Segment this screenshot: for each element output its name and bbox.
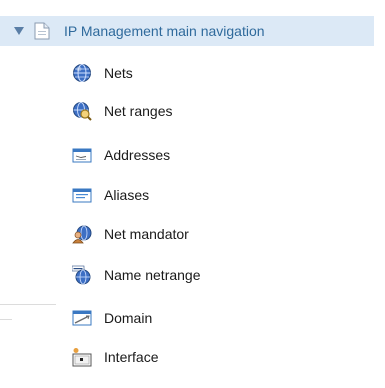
tree-root-label: IP Management main navigation [64, 23, 265, 39]
interface-icon [72, 347, 92, 367]
page-icon [34, 22, 50, 40]
named-globe-icon [72, 265, 92, 285]
tree-item-label: Domain [104, 310, 153, 326]
tree-item-net-mandator[interactable]: Net mandator [72, 223, 189, 245]
tree-item-label: Addresses [104, 147, 171, 163]
alias-card-icon [72, 185, 92, 205]
tree-item-name-netrange[interactable]: Name netrange [72, 264, 201, 286]
panel-divider [0, 319, 12, 320]
tree-item-label: Interface [104, 349, 159, 365]
navigation-panel: IP Management main navigation Nets Net r… [0, 0, 385, 388]
domain-window-icon [72, 308, 92, 328]
tree-item-nets[interactable]: Nets [72, 62, 133, 84]
tree-item-label: Nets [104, 65, 133, 81]
globe-search-icon [72, 101, 92, 121]
tree-item-addresses[interactable]: Addresses [72, 144, 170, 166]
tree-item-label: Net ranges [104, 103, 173, 119]
tree-item-aliases[interactable]: Aliases [72, 184, 149, 206]
tree-item-label: Aliases [104, 187, 150, 203]
address-card-icon [72, 145, 92, 165]
panel-divider [0, 304, 56, 305]
expand-triangle-icon[interactable] [14, 26, 24, 36]
tree-item-label: Net mandator [104, 226, 189, 242]
tree-item-label: Name netrange [104, 267, 201, 283]
tree-item-net-ranges[interactable]: Net ranges [72, 100, 172, 122]
tree-root-ip-management[interactable]: IP Management main navigation [0, 16, 374, 46]
tree-item-domain[interactable]: Domain [72, 307, 152, 329]
globe-user-icon [72, 224, 92, 244]
globe-icon [72, 63, 92, 83]
tree-item-interface[interactable]: Interface [72, 346, 158, 368]
